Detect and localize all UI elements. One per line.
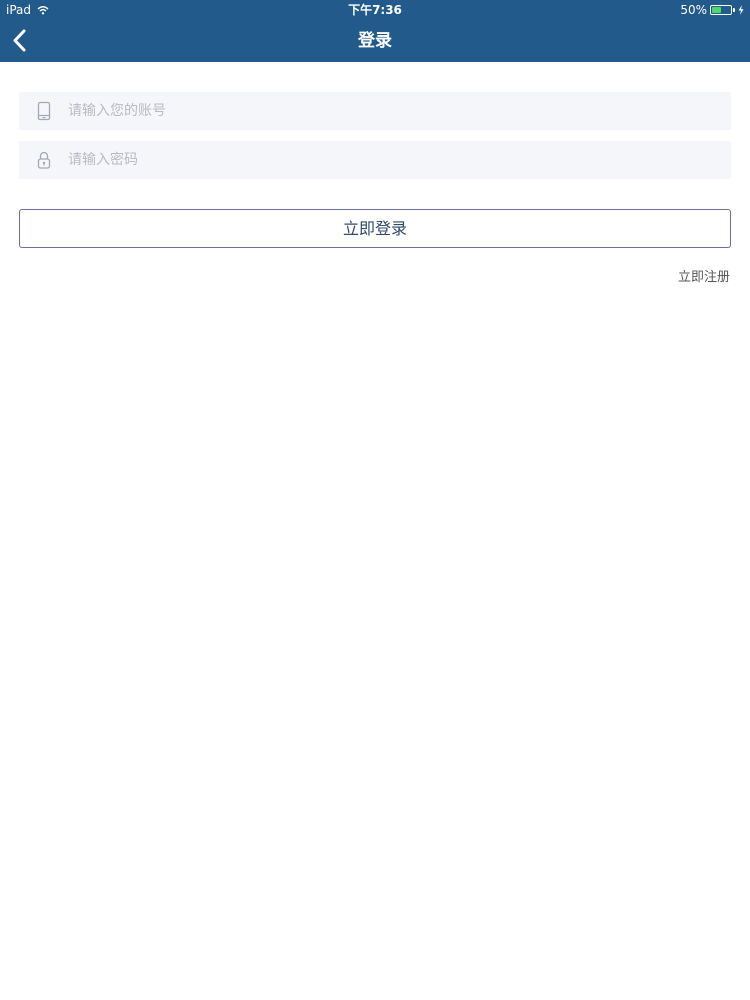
battery-percent: 50% [680, 3, 707, 17]
back-button[interactable] [6, 26, 36, 56]
register-link[interactable]: 立即注册 [678, 266, 730, 285]
account-input[interactable] [68, 92, 718, 130]
lock-icon [36, 150, 52, 170]
charging-icon [738, 5, 744, 15]
phone-icon [36, 101, 52, 121]
password-field[interactable] [19, 141, 731, 179]
battery-fill [712, 7, 721, 13]
app-header: iPad 下午7:36 50% 登录 [0, 0, 750, 62]
account-field[interactable] [19, 92, 731, 130]
status-time: 下午7:36 [348, 3, 402, 17]
status-right: 50% [680, 0, 744, 20]
battery-icon [710, 5, 732, 15]
battery-tip [733, 8, 735, 12]
status-bar: iPad 下午7:36 50% [0, 0, 750, 20]
nav-bar: 登录 [0, 20, 750, 62]
chevron-left-icon [13, 29, 26, 52]
page-title: 登录 [358, 31, 392, 51]
password-input[interactable] [68, 141, 718, 179]
login-button[interactable]: 立即登录 [19, 209, 731, 248]
